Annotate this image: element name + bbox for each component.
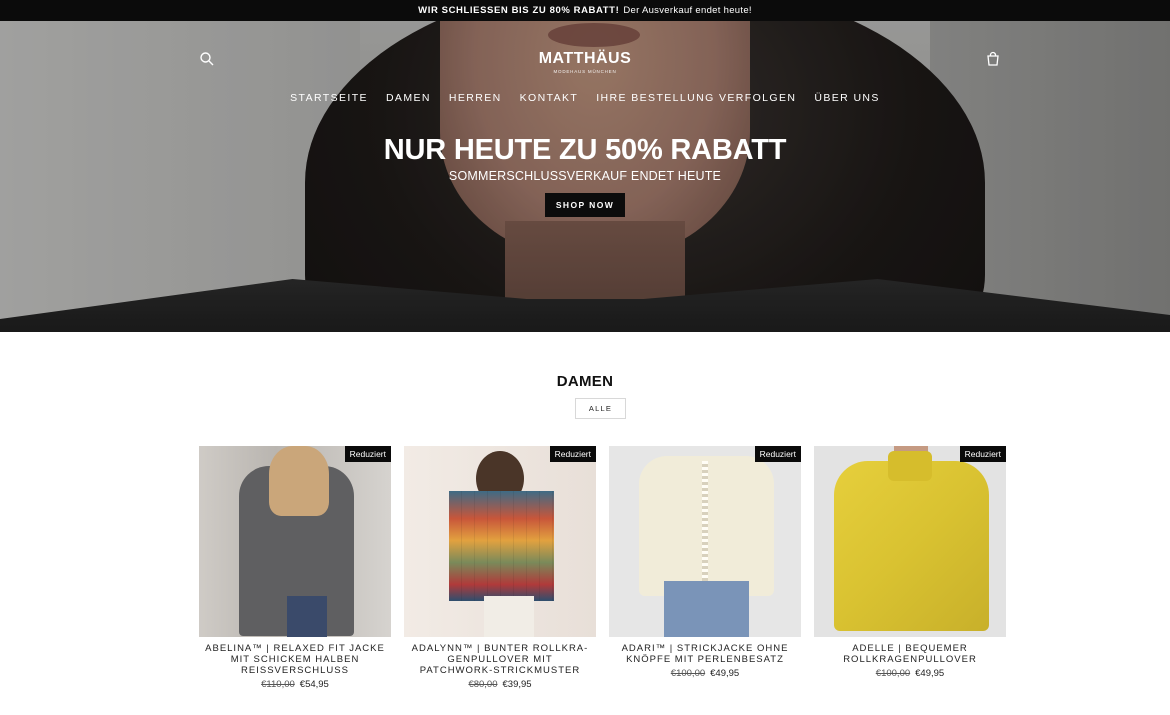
- product-image[interactable]: Reduziert: [404, 446, 596, 637]
- product-name[interactable]: ABELINA™ | RELAXED FIT JACKE MIT SCHICKE…: [199, 643, 391, 676]
- announcement-bar: WIR SCHLIESSEN BIS ZU 80% RABATT! Der Au…: [0, 0, 1170, 21]
- cart-icon[interactable]: [985, 51, 1003, 69]
- product-image[interactable]: Reduziert: [609, 446, 801, 637]
- image-sweater: [449, 491, 554, 601]
- shop-now-button[interactable]: SHOP NOW: [544, 193, 626, 217]
- section-title: DAMEN: [556, 373, 614, 390]
- image-pants: [484, 596, 534, 637]
- image-beads: [702, 461, 708, 581]
- hero-subtitle: SOMMERSCHLUSSVERKAUF ENDET HEUTE: [448, 169, 722, 183]
- product-card[interactable]: Reduziert ADELLE | BEQUEMER ROLLKRAGENPU…: [814, 446, 1006, 690]
- nav-bestellung-verfolgen[interactable]: IHRE BESTELLUNG VERFOLGEN: [596, 92, 796, 104]
- product-card[interactable]: Reduziert ABELINA™ | RELAXED FIT JACKE M…: [199, 446, 391, 690]
- sale-price: €39,95: [502, 679, 532, 690]
- product-image[interactable]: Reduziert: [199, 446, 391, 637]
- product-price: €80,00 €39,95: [404, 679, 596, 690]
- product-image[interactable]: Reduziert: [814, 446, 1006, 637]
- nav-damen[interactable]: DAMEN: [386, 92, 431, 104]
- image-jeans: [287, 596, 327, 637]
- image-sweater: [834, 461, 989, 631]
- product-name[interactable]: ADARI™ | STRICKJACKE OHNE KNÖPFE MIT PER…: [609, 643, 801, 665]
- nav-herren[interactable]: HERREN: [449, 92, 502, 104]
- all-button[interactable]: ALLE: [575, 398, 626, 419]
- announcement-bold: WIR SCHLIESSEN BIS ZU 80% RABATT!: [418, 5, 620, 16]
- nav-startseite[interactable]: STARTSEITE: [290, 92, 368, 104]
- nav-kontakt[interactable]: KONTAKT: [520, 92, 579, 104]
- product-name[interactable]: ADALYNN™ | BUNTER ROLLKRA-GENPULLOVER MI…: [404, 643, 596, 676]
- announcement-text: Der Ausverkauf endet heute!: [623, 5, 752, 16]
- sale-badge: Reduziert: [754, 446, 801, 462]
- old-price: €80,00: [468, 679, 498, 690]
- product-card[interactable]: Reduziert ADARI™ | STRICKJACKE OHNE KNÖP…: [609, 446, 801, 690]
- main-nav: STARTSEITE DAMEN HERREN KONTAKT IHRE BES…: [0, 92, 1170, 104]
- hero-text: NUR HEUTE ZU 50% RABATT SOMMERSCHLUSSVER…: [0, 134, 1170, 217]
- product-price: €110,00 €54,95: [199, 679, 391, 690]
- logo-subtext: MODEHAUS MÜNCHEN: [553, 69, 617, 74]
- sale-badge: Reduziert: [959, 446, 1006, 462]
- image-jeans: [664, 581, 749, 637]
- old-price: €100,00: [875, 668, 911, 679]
- hero-banner: MATTHÄUS MODEHAUS MÜNCHEN STARTSEITE DAM…: [0, 21, 1170, 332]
- image-hair: [269, 446, 329, 516]
- sale-price: €49,95: [915, 668, 945, 679]
- image-turtleneck: [888, 451, 932, 481]
- sale-badge: Reduziert: [549, 446, 596, 462]
- old-price: €100,00: [670, 668, 706, 679]
- product-grid: Reduziert ABELINA™ | RELAXED FIT JACKE M…: [199, 446, 1006, 690]
- sale-price: €49,95: [710, 668, 740, 679]
- product-name[interactable]: ADELLE | BEQUEMER ROLLKRAGENPULLOVER: [814, 643, 1006, 665]
- product-price: €100,00 €49,95: [814, 668, 1006, 679]
- product-card[interactable]: Reduziert ADALYNN™ | BUNTER ROLLKRA-GENP…: [404, 446, 596, 690]
- product-price: €100,00 €49,95: [609, 668, 801, 679]
- old-price: €110,00: [261, 679, 295, 690]
- hero-title: NUR HEUTE ZU 50% RABATT: [383, 134, 787, 166]
- sale-price: €54,95: [299, 679, 329, 690]
- sale-badge: Reduziert: [344, 446, 391, 462]
- nav-ueber-uns[interactable]: ÜBER UNS: [814, 92, 879, 104]
